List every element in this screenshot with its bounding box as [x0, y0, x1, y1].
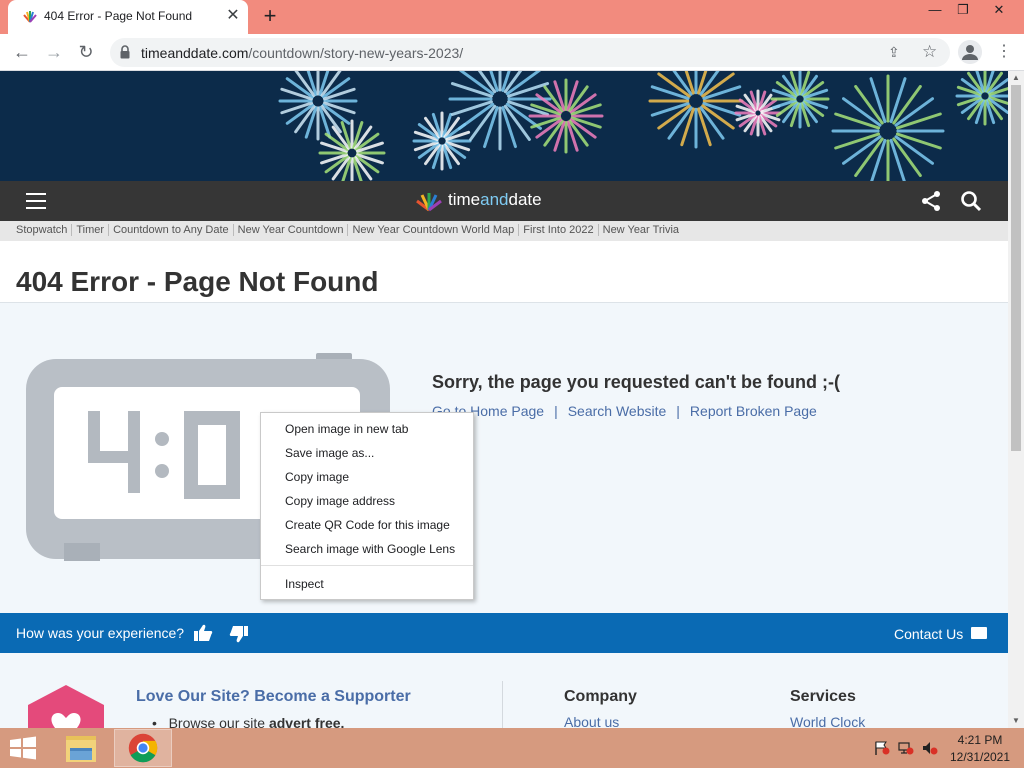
about-us-link[interactable]: About us	[564, 714, 619, 728]
company-heading: Company	[564, 688, 637, 705]
secondary-navigation: Stopwatch Timer Countdown to Any Date New Y…	[0, 221, 1008, 241]
browser-tab[interactable]: 404 Error - Page Not Found ✕	[8, 0, 248, 34]
window-close-button[interactable]: ✕	[984, 0, 1014, 22]
subnav-link-new-year-trivia[interactable]: New Year Trivia	[603, 224, 683, 236]
minimize-button[interactable]: —	[920, 0, 950, 22]
supporter-bullet-bold: advert free.	[268, 715, 345, 728]
chrome-menu-icon[interactable]: ⋮	[996, 40, 1012, 64]
search-icon[interactable]	[960, 190, 982, 212]
page-title: 404 Error - Page Not Found	[16, 266, 379, 297]
volume-muted-icon[interactable]	[922, 741, 938, 755]
subnav-link-stopwatch[interactable]: Stopwatch	[16, 224, 73, 236]
feedback-bar: How was your experience? Contact Us	[0, 613, 1008, 653]
logo-text-and: and	[480, 190, 509, 209]
footer-divider	[502, 681, 503, 728]
forward-button[interactable]: →	[42, 40, 66, 64]
context-menu: Open image in new tab Save image as... C…	[260, 412, 474, 600]
supporter-title[interactable]: Love Our Site? Become a Supporter	[136, 688, 411, 706]
file-explorer-icon[interactable]	[60, 730, 102, 766]
error-links: Go to Home Page | Search Website | Report Br…	[432, 403, 817, 419]
scroll-down-arrow-icon[interactable]: ▼	[1008, 714, 1024, 728]
address-bar[interactable]: timeanddate.com/countdown/story-new-year…	[110, 38, 950, 67]
restore-button[interactable]: ❐	[948, 0, 978, 22]
url-path: /countdown/story-new-years-2023/	[248, 45, 464, 61]
site-footer: Love Our Site? Become a Supporter • Brow…	[0, 653, 1008, 728]
action-center-flag-icon[interactable]	[874, 741, 890, 755]
thumbs-down-icon[interactable]	[229, 624, 249, 644]
tab-close-icon[interactable]: ✕	[224, 7, 242, 25]
tab-title: 404 Error - Page Not Found	[44, 9, 193, 23]
bookmark-star-icon[interactable]: ☆	[922, 42, 937, 62]
context-menu-copy-image[interactable]: Copy image	[261, 465, 473, 489]
taskbar-time[interactable]: 4:21 PM	[940, 733, 1020, 747]
supporter-bullet-text: Browse our site	[168, 715, 269, 728]
heading-band: 404 Error - Page Not Found	[0, 241, 1008, 303]
report-broken-page-link[interactable]: Report Broken Page	[690, 403, 817, 419]
chrome-taskbar-button[interactable]	[114, 729, 172, 767]
scroll-up-arrow-icon[interactable]: ▲	[1008, 71, 1024, 85]
subnav-link-countdown-any-date[interactable]: Countdown to Any Date	[113, 224, 234, 236]
context-menu-separator	[261, 565, 473, 566]
context-menu-google-lens[interactable]: Search image with Google Lens	[261, 537, 473, 561]
logo-text-time: time	[448, 190, 481, 209]
logo-mark-icon	[416, 193, 442, 212]
logo-text-date: date	[508, 190, 542, 209]
link-separator: |	[676, 403, 680, 419]
subnav-link-first-into-2022[interactable]: First Into 2022	[523, 224, 599, 236]
url-text: timeanddate.com/countdown/story-new-year…	[141, 45, 463, 61]
scrollbar-thumb[interactable]	[1011, 85, 1021, 451]
logo-text: timeanddate	[448, 190, 542, 210]
subnav-link-timer[interactable]: Timer	[76, 224, 110, 236]
share-icon[interactable]	[920, 190, 942, 212]
network-icon[interactable]	[898, 741, 914, 755]
fireworks-illustration	[278, 71, 1008, 181]
timeanddate-favicon-icon	[23, 11, 37, 23]
web-page: timeanddate Stopwatch Timer Countdown to A…	[0, 71, 1008, 728]
world-clock-link[interactable]: World Clock	[790, 714, 865, 728]
share-page-icon[interactable]: ⇪	[888, 44, 900, 61]
chrome-icon	[128, 733, 158, 763]
subnav-link-new-year-countdown[interactable]: New Year Countdown	[238, 224, 349, 236]
hamburger-menu-icon[interactable]	[26, 193, 46, 209]
browser-toolbar: ← → ↻ timeanddate.com/countdown/story-ne…	[0, 34, 1024, 71]
windows-taskbar: 4:21 PM 12/31/2021	[0, 728, 1024, 768]
site-navbar: timeanddate	[0, 181, 1008, 221]
fireworks-banner	[0, 71, 1008, 181]
context-menu-copy-image-address[interactable]: Copy image address	[261, 489, 473, 513]
error-message: Sorry, the page you requested can't be f…	[432, 372, 840, 392]
page-scrollbar[interactable]: ▲ ▼	[1008, 71, 1024, 728]
feedback-question: How was your experience?	[16, 625, 185, 641]
supporter-heart-icon	[28, 685, 104, 728]
windows-start-icon[interactable]	[8, 736, 38, 760]
browser-titlebar: 404 Error - Page Not Found ✕ + — ❐ ✕	[0, 0, 1024, 34]
context-menu-inspect[interactable]: Inspect	[261, 572, 473, 596]
contact-us-link[interactable]: Contact Us	[894, 626, 963, 642]
reload-button[interactable]: ↻	[74, 40, 98, 64]
new-tab-button[interactable]: +	[258, 4, 282, 28]
url-host: timeanddate.com	[141, 45, 249, 61]
subnav-links: Stopwatch Timer Countdown to Any Date New Y…	[16, 224, 687, 236]
context-menu-save-image-as[interactable]: Save image as...	[261, 441, 473, 465]
profile-avatar-icon[interactable]	[958, 40, 982, 64]
taskbar-date[interactable]: 12/31/2021	[940, 750, 1020, 764]
link-separator: |	[554, 403, 558, 419]
subnav-link-world-map[interactable]: New Year Countdown World Map	[352, 224, 520, 236]
back-button[interactable]: ←	[10, 40, 34, 64]
services-heading: Services	[790, 688, 856, 705]
search-website-link[interactable]: Search Website	[568, 403, 667, 419]
context-menu-create-qr-code[interactable]: Create QR Code for this image	[261, 513, 473, 537]
mail-icon[interactable]	[971, 627, 987, 639]
lock-icon	[120, 45, 130, 59]
context-menu-open-image-new-tab[interactable]: Open image in new tab	[261, 417, 473, 441]
thumbs-up-icon[interactable]	[193, 623, 213, 643]
supporter-bullet: • Browse our site advert free.	[152, 715, 344, 728]
